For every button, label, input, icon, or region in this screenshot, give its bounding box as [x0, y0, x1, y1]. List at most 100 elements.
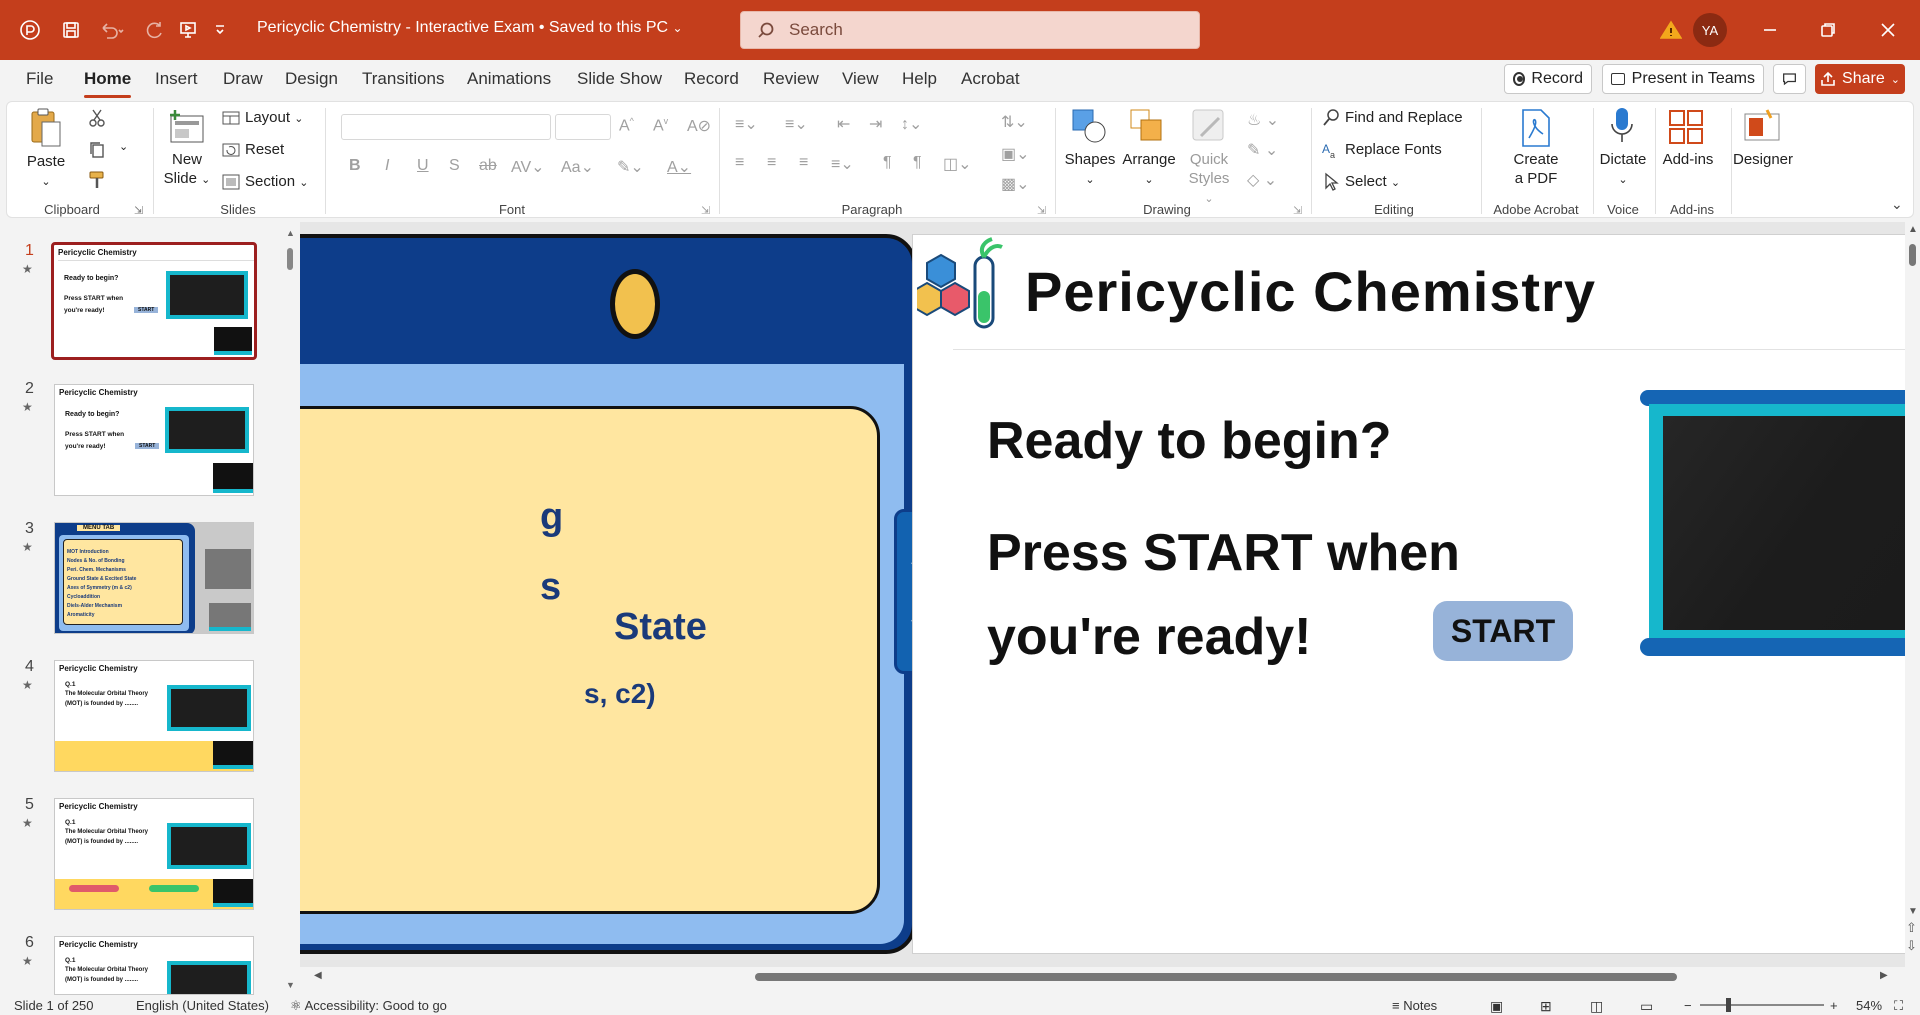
search-input[interactable]: Search: [740, 11, 1200, 49]
tab-design[interactable]: Design: [285, 69, 338, 89]
find-replace-button[interactable]: Find and Replace: [1345, 109, 1463, 126]
ltr-icon[interactable]: ¶: [883, 154, 892, 172]
fit-to-window-icon[interactable]: ⛶: [1894, 998, 1903, 1014]
ready-heading[interactable]: Ready to begin?: [987, 411, 1391, 471]
tab-transitions[interactable]: Transitions: [362, 69, 445, 89]
change-case-icon[interactable]: Aa⌄: [561, 157, 594, 177]
redo-icon[interactable]: [138, 14, 170, 46]
shadow-icon[interactable]: S: [449, 157, 460, 175]
highlight-icon[interactable]: ✎⌄: [617, 157, 644, 177]
tab-review[interactable]: Review: [763, 69, 819, 89]
paste-button[interactable]: Paste ⌄: [25, 152, 67, 192]
vertical-scroll-thumb[interactable]: [1909, 244, 1916, 266]
paragraph-launcher-icon[interactable]: ⇲: [1037, 204, 1046, 217]
tab-slide-show[interactable]: Slide Show: [577, 69, 662, 89]
reset-button[interactable]: Reset: [245, 141, 284, 158]
tab-draw[interactable]: Draw: [223, 69, 263, 89]
tab-acrobat[interactable]: Acrobat: [961, 69, 1020, 89]
tab-view[interactable]: View: [842, 69, 879, 89]
format-painter-icon[interactable]: [87, 170, 107, 190]
close-icon[interactable]: [1870, 14, 1906, 46]
warning-icon[interactable]: [1655, 14, 1687, 46]
italic-icon[interactable]: I: [385, 157, 389, 175]
new-slide-icon[interactable]: [167, 108, 207, 148]
tab-animations[interactable]: Animations: [467, 69, 551, 89]
font-name-dropdown[interactable]: [341, 114, 551, 140]
slide-thumbnail-5[interactable]: Pericyclic Chemistry Q.1 The Molecular O…: [54, 798, 254, 910]
normal-view-icon[interactable]: ▣: [1490, 998, 1503, 1015]
font-size-dropdown[interactable]: [555, 114, 611, 140]
quick-styles-icon[interactable]: [1189, 106, 1229, 146]
create-pdf-icon[interactable]: [1519, 108, 1553, 148]
avatar[interactable]: YA: [1693, 13, 1727, 47]
comments-button[interactable]: [1773, 64, 1806, 94]
slide-editor-canvas[interactable]: g s State s, c2) Pericyclic Chemistry Re…: [300, 222, 1905, 967]
shape-effects-icon[interactable]: ◇ ⌄: [1247, 170, 1277, 190]
cut-icon[interactable]: [87, 108, 107, 128]
copy-dropdown-icon[interactable]: ⌄: [119, 140, 128, 153]
arrange-icon[interactable]: [1127, 106, 1167, 146]
present-in-teams-button[interactable]: Present in Teams: [1602, 64, 1764, 94]
customize-toolbar-icon[interactable]: [208, 14, 232, 46]
add-ins-button[interactable]: Add-ins: [1661, 150, 1715, 169]
zoom-in-icon[interactable]: +: [1830, 998, 1838, 1013]
tab-help[interactable]: Help: [902, 69, 937, 89]
zoom-level[interactable]: 54%: [1856, 998, 1882, 1013]
thumbnail-scrollbar[interactable]: ▲ ▼: [285, 228, 295, 990]
restore-icon[interactable]: [1810, 14, 1846, 46]
reading-view-icon[interactable]: ◫: [1590, 998, 1603, 1015]
select-button[interactable]: Select ⌄: [1345, 173, 1400, 190]
new-slide-button[interactable]: New Slide ⌄: [162, 150, 212, 190]
press-start-text[interactable]: Press START when: [987, 523, 1460, 583]
slide-title[interactable]: Pericyclic Chemistry: [1025, 259, 1596, 324]
tab-record[interactable]: Record: [684, 69, 739, 89]
slide-thumbnail-4[interactable]: Pericyclic Chemistry Q.1 The Molecular O…: [54, 660, 254, 772]
copy-icon[interactable]: [87, 140, 107, 160]
rtl-icon[interactable]: ¶: [913, 154, 922, 172]
align-text-icon[interactable]: ▣⌄: [1001, 144, 1030, 164]
zoom-out-icon[interactable]: −: [1684, 998, 1692, 1013]
tab-home[interactable]: Home: [84, 69, 131, 89]
strikethrough-icon[interactable]: ab: [479, 157, 497, 175]
align-right-icon[interactable]: ≡: [799, 154, 808, 172]
current-slide[interactable]: Pericyclic Chemistry Ready to begin? Pre…: [912, 234, 1905, 954]
document-title[interactable]: Pericyclic Chemistry - Interactive Exam …: [257, 19, 683, 37]
microphone-icon[interactable]: [1607, 106, 1637, 146]
increase-font-icon[interactable]: A^: [619, 116, 634, 135]
decrease-indent-icon[interactable]: ⇤: [837, 114, 850, 134]
slideshow-view-icon[interactable]: ▭: [1640, 998, 1653, 1015]
designer-icon[interactable]: [1741, 106, 1783, 146]
drawing-launcher-icon[interactable]: ⇲: [1293, 204, 1302, 217]
add-ins-icon[interactable]: [1667, 108, 1705, 146]
align-left-icon[interactable]: ≡: [735, 154, 744, 172]
slide-sorter-icon[interactable]: ⊞: [1540, 998, 1552, 1015]
ready-text[interactable]: you're ready!: [987, 607, 1312, 667]
justify-icon[interactable]: ≡⌄: [831, 154, 854, 174]
zoom-slider-thumb[interactable]: [1726, 998, 1731, 1012]
columns-icon[interactable]: ◫⌄: [943, 154, 972, 174]
font-launcher-icon[interactable]: ⇲: [701, 204, 710, 217]
arrange-button[interactable]: Arrange ⌄: [1121, 150, 1177, 190]
dictate-button[interactable]: Dictate ⌄: [1595, 150, 1651, 190]
save-icon[interactable]: [55, 14, 87, 46]
next-slide-icon[interactable]: ⇩: [1906, 938, 1917, 954]
replace-fonts-button[interactable]: Replace Fonts: [1345, 141, 1442, 158]
line-spacing-icon[interactable]: ↕⌄: [901, 114, 922, 134]
clear-formatting-icon[interactable]: A⊘: [687, 116, 711, 136]
language-indicator[interactable]: English (United States): [136, 998, 269, 1013]
horizontal-scroll-thumb[interactable]: [755, 973, 1677, 981]
designer-button[interactable]: Designer: [1731, 150, 1795, 169]
monitor-screen[interactable]: [1663, 416, 1905, 630]
shape-fill-icon[interactable]: ♨ ⌄: [1247, 110, 1279, 130]
text-direction-icon[interactable]: ⇅⌄: [1001, 112, 1028, 132]
paste-icon[interactable]: [29, 106, 61, 147]
increase-indent-icon[interactable]: ⇥: [869, 114, 882, 134]
bullets-icon[interactable]: ≡⌄: [735, 114, 758, 134]
record-button[interactable]: Record: [1504, 64, 1592, 94]
slide-thumbnail-2[interactable]: Pericyclic Chemistry Ready to begin? Pre…: [54, 384, 254, 496]
slide-thumbnail-3[interactable]: MENU TAB MOT Introduction Nodes & No. of…: [54, 522, 254, 634]
decrease-font-icon[interactable]: Av: [653, 116, 668, 135]
share-button[interactable]: Share ⌄: [1815, 64, 1905, 94]
clipboard-launcher-icon[interactable]: ⇲: [134, 204, 143, 217]
underline-icon[interactable]: U: [417, 157, 429, 175]
